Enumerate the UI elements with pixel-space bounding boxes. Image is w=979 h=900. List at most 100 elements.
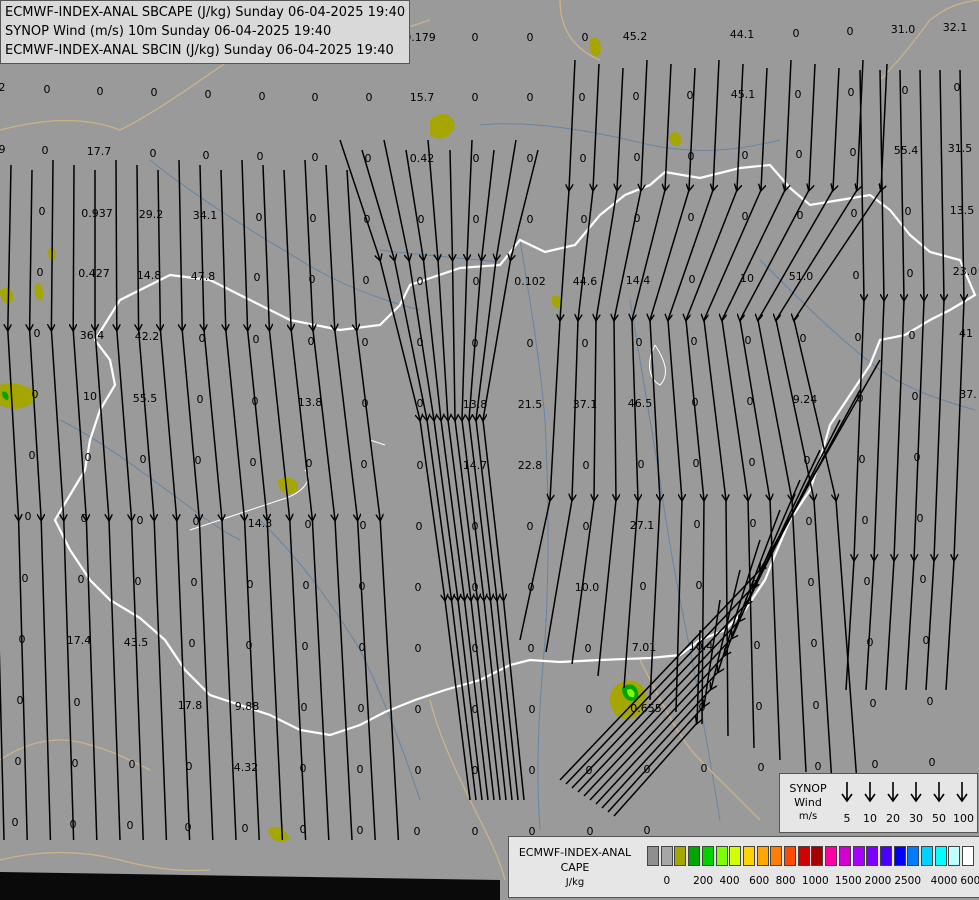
cape-value-label: 0 (129, 758, 136, 771)
cape-value-label: 0 (797, 209, 804, 222)
cape-value-label: 0 (37, 266, 44, 279)
cape-value-label: 0 (754, 639, 761, 652)
cape-value-label: 0 (640, 580, 647, 593)
cape-value-label: 55.5 (133, 392, 158, 405)
cape-value-label: 0 (795, 88, 802, 101)
cape-value-label: 0 (78, 573, 85, 586)
cape-value-label: 0 (527, 152, 534, 165)
cape-color-swatch (797, 846, 810, 866)
cape-color-swatch (701, 846, 714, 866)
cape-value-label: 0 (417, 459, 424, 472)
cape-value-label: 0 (42, 144, 49, 157)
cape-value-label: 0 (473, 213, 480, 226)
cape-value-label: 0 (151, 86, 158, 99)
synop-speed-label: 100 (953, 812, 974, 825)
cape-value-label: 0 (74, 696, 81, 709)
cape-value-label: 0 (300, 762, 307, 775)
cape-value-label: 0 (359, 641, 366, 654)
cape-value-label: 0 (927, 695, 934, 708)
cape-value-label: 9.88 (235, 700, 260, 713)
cape-value-label: 0 (250, 456, 257, 469)
map-title-box: ECMWF-INDEX-ANAL SBCAPE (J/kg) Sunday 06… (0, 0, 411, 64)
cape-value-label: 44.6 (573, 275, 598, 288)
cape-value-label: 0 (365, 152, 372, 165)
cape-value-label: 0 (806, 515, 813, 528)
cape-value-label: 0 (195, 454, 202, 467)
cape-value-label: 0 (694, 518, 701, 531)
cape-value-label: 0 (366, 91, 373, 104)
cape-value-label: 0 (252, 395, 259, 408)
synop-speed-label: 10 (863, 812, 877, 825)
cape-value-label: 0 (693, 457, 700, 470)
cape-color-swatch (907, 846, 920, 866)
cape-value-label: 0 (29, 449, 36, 462)
cape-value-label: 43.5 (124, 636, 149, 649)
cape-value-label: 0 (140, 453, 147, 466)
cape-value-label: 44.1 (730, 28, 755, 41)
cape-value-label: 0 (855, 331, 862, 344)
cape-value-label: 0 (905, 205, 912, 218)
cape-legend-unit: J/kg (565, 877, 585, 888)
cape-value-label: 0 (701, 762, 708, 775)
synop-legend-unit: m/s (798, 811, 818, 822)
cape-value-label: 0 (127, 819, 134, 832)
cape-value-label: 0 (687, 89, 694, 102)
cape-value-label: 0 (310, 212, 317, 225)
cape-value-label: 0 (150, 147, 157, 160)
wind-arrow-icon (956, 782, 968, 803)
cape-value-label: 29.2 (139, 208, 164, 221)
cape-tick-label: 2000 (864, 875, 892, 887)
cape-value-label: 0 (750, 517, 757, 530)
cape-color-swatch (756, 846, 769, 866)
cape-color-swatch (852, 846, 865, 866)
cape-value-label: 0.42 (410, 152, 435, 165)
cape-value-label: 51.0 (789, 270, 814, 283)
cape-value-label: 0 (691, 335, 698, 348)
cape-value-label: 0 (907, 267, 914, 280)
cape-value-label: 0 (242, 822, 249, 835)
cape-value-label: 0 (185, 821, 192, 834)
cape-value-label: 0 (808, 576, 815, 589)
cape-value-label: 0 (247, 578, 254, 591)
cape-value-label: 0 (529, 703, 536, 716)
cape-value-label: 0 (815, 760, 822, 773)
cape-value-label: 0 (920, 573, 927, 586)
cape-value-label: 0 (579, 91, 586, 104)
cape-value-label: 0 (357, 763, 364, 776)
cape-value-label: 0 (529, 764, 536, 777)
cape-value-label: 45.1 (731, 88, 756, 101)
cape-value-label: 0 (742, 149, 749, 162)
cape-value-label: 13.5 (950, 204, 975, 217)
cape-value-label: 0 (417, 275, 424, 288)
cape-value-label: 15.7 (410, 91, 435, 104)
cape-value-label: 0 (528, 642, 535, 655)
cape-value-label: 0 (586, 764, 593, 777)
cape-value-label: 0 (358, 702, 365, 715)
cape-value-label: 0 (17, 694, 24, 707)
cape-tick-label: 1500 (834, 875, 862, 887)
synop-speed-item: 5 (838, 780, 856, 825)
synop-speed-item: 20 (884, 780, 902, 825)
cape-value-label: 0 (199, 332, 206, 345)
wind-arrow-icon (841, 782, 853, 803)
cape-value-label: 10.0 (575, 581, 600, 594)
cape-value-label: 0 (636, 336, 643, 349)
cape-tick-label: 0 (663, 875, 671, 887)
cape-value-label: 0 (415, 764, 422, 777)
cape-value-label: 0 (300, 823, 307, 836)
cape-value-label: 7.01 (632, 641, 657, 654)
cape-value-label: 0 (362, 336, 369, 349)
cape-value-label: 46.5 (628, 397, 653, 410)
cape-value-label: 0 (472, 764, 479, 777)
cape-value-label: 0 (472, 91, 479, 104)
cape-value-label: 10 (83, 390, 97, 403)
cape-value-label: 0 (742, 210, 749, 223)
cape-value-label: 0 (872, 758, 879, 771)
cape-color-swatch (948, 846, 961, 866)
cape-color-swatch (879, 846, 892, 866)
cape-value-label: 17.4 (67, 634, 92, 647)
wind-arrow-icon (864, 782, 876, 803)
cape-value-label: 42.2 (135, 330, 160, 343)
cape-value-label: 0 (634, 151, 641, 164)
synop-speed-item: 10 (861, 780, 879, 825)
